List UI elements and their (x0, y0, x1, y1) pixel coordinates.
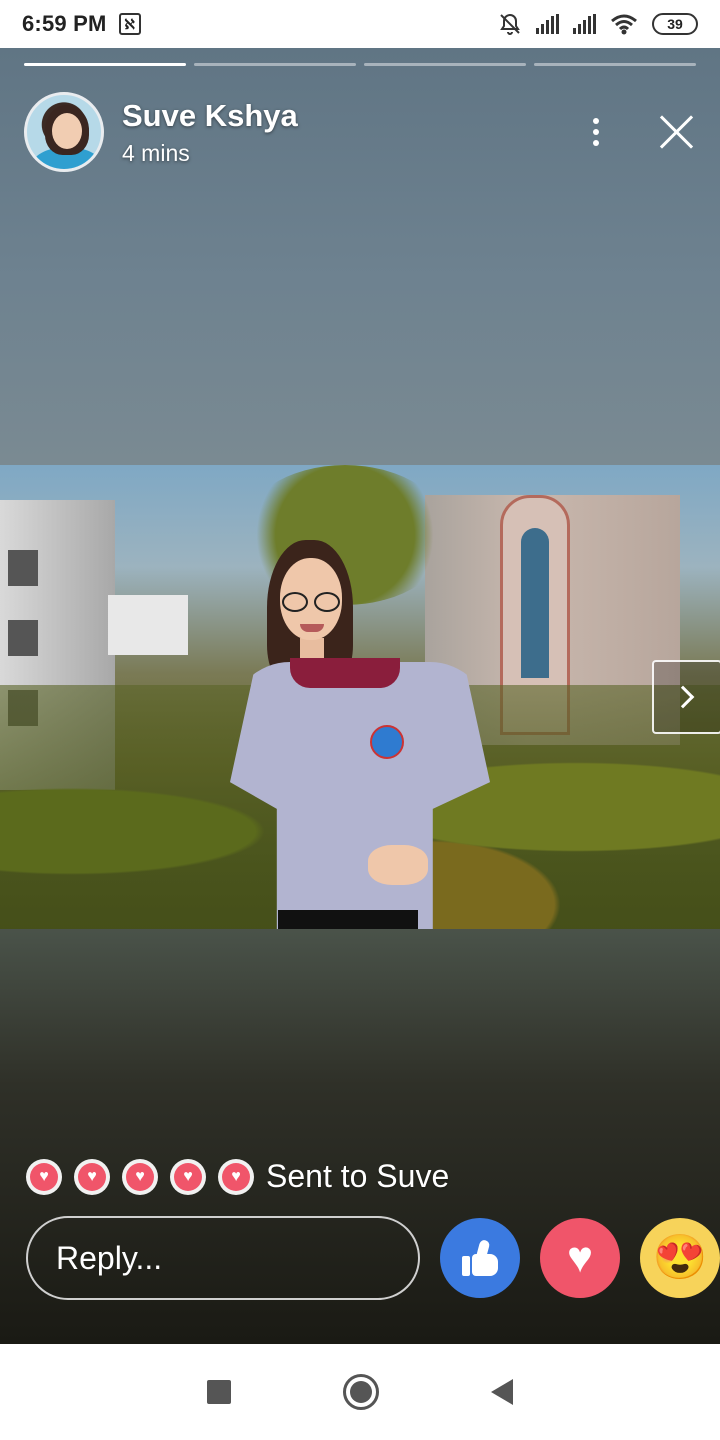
app-notification-icon: ℵ (118, 13, 141, 35)
battery-level: 39 (667, 16, 683, 32)
status-icons: 39 (498, 12, 698, 36)
status-time: 6:59 PM (22, 11, 107, 36)
avatar[interactable] (24, 92, 104, 172)
story-header: Suve Kshya 4 mins (24, 92, 696, 172)
user-name[interactable]: Suve Kshya (122, 98, 298, 134)
heart-icon: ♥ (170, 1158, 206, 1195)
chevron-right-icon[interactable] (652, 660, 720, 734)
sent-reactions: ♥ ♥ ♥ ♥ ♥ Sent to Suve (26, 1158, 449, 1195)
care-icon[interactable]: 😍 (640, 1218, 720, 1298)
heart-icon: ♥ (74, 1158, 110, 1195)
reply-row: Reply... ♥ 😍 (26, 1216, 720, 1300)
signal-icon (573, 14, 596, 34)
more-vertical-icon[interactable] (576, 102, 616, 162)
reply-input[interactable]: Reply... (26, 1216, 420, 1300)
wifi-icon (611, 14, 637, 35)
progress-segment (364, 63, 526, 66)
muted-bell-icon (500, 13, 520, 35)
progress-segment (194, 63, 356, 66)
story-viewer[interactable]: Suve Kshya 4 mins ♥ ♥ ♥ ♥ ♥ Sent to Suve… (0, 48, 720, 1344)
progress-segment (534, 63, 696, 66)
signal-icon (536, 14, 559, 34)
status-bar: 6:59 PM ℵ 39 (0, 0, 720, 48)
back-icon[interactable] (491, 1379, 513, 1405)
person (230, 540, 490, 929)
love-icon[interactable]: ♥ (540, 1218, 620, 1298)
like-icon[interactable] (440, 1218, 520, 1298)
reply-placeholder: Reply... (56, 1239, 163, 1276)
recent-apps-icon[interactable] (207, 1380, 231, 1404)
story-time: 4 mins (122, 139, 190, 166)
navigation-bar (0, 1344, 720, 1440)
close-icon[interactable] (656, 112, 696, 152)
heart-icon: ♥ (26, 1158, 62, 1195)
sent-text: Sent to Suve (266, 1158, 450, 1194)
heart-icon: ♥ (122, 1158, 158, 1195)
user-meta: Suve Kshya 4 mins (122, 98, 298, 167)
story-photo (0, 465, 720, 929)
building-small (108, 595, 188, 655)
progress-segment (24, 63, 186, 66)
battery-icon: 39 (652, 13, 698, 35)
home-icon[interactable] (343, 1374, 379, 1410)
heart-icon: ♥ (218, 1158, 254, 1195)
story-progress (24, 63, 696, 66)
